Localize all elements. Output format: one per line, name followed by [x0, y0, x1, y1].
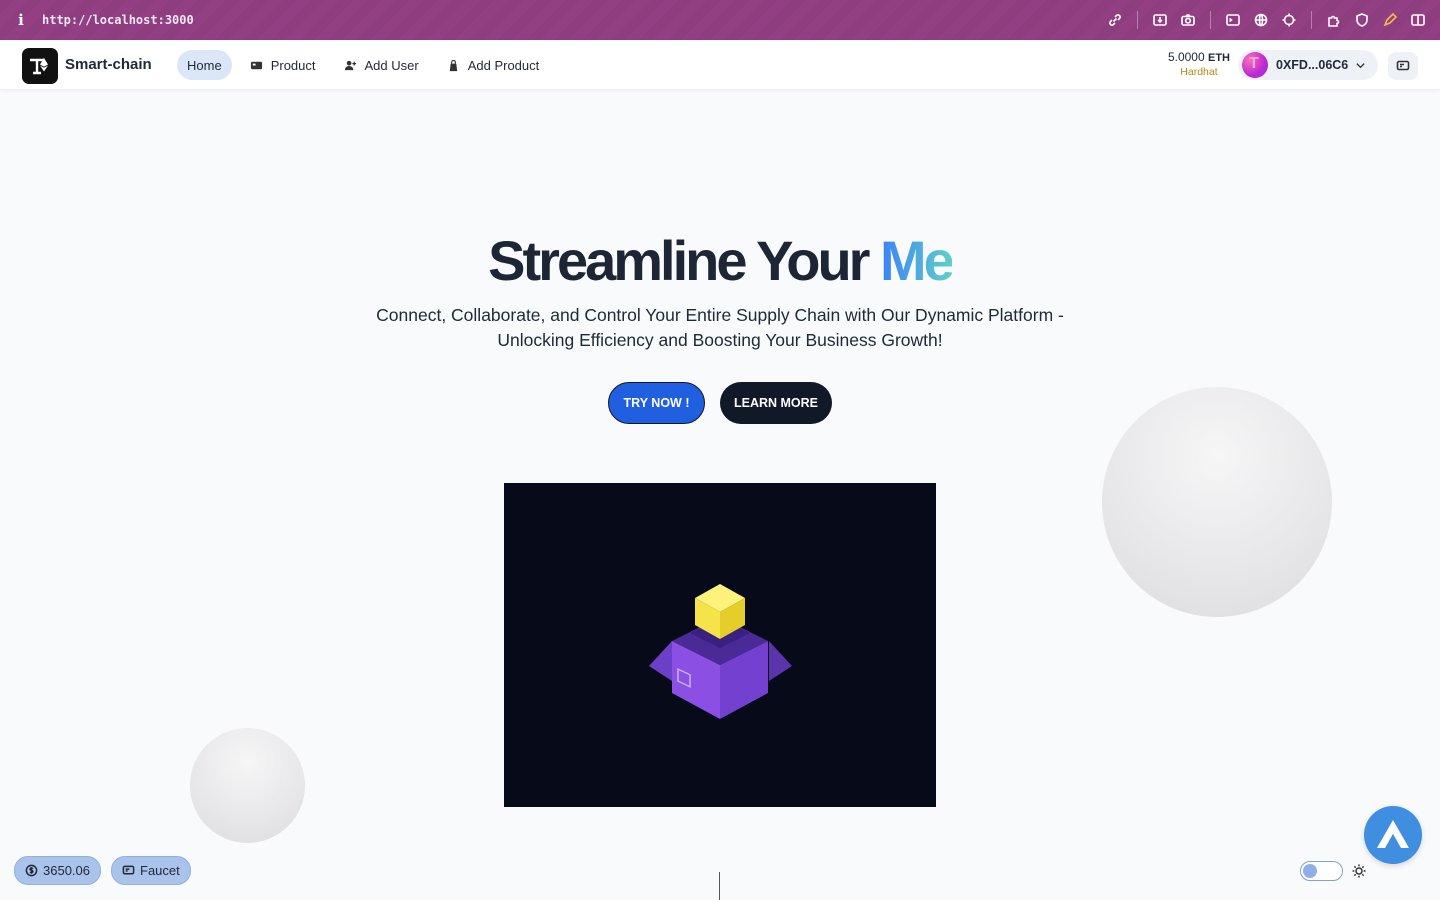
learn-more-button[interactable]: LEARN MORE: [720, 382, 832, 424]
nav-links: Home Product Add User Add Product: [177, 50, 557, 80]
nav-home[interactable]: Home: [177, 50, 232, 80]
assistant-fab[interactable]: [1364, 806, 1422, 864]
pen-icon[interactable]: [1376, 0, 1404, 40]
toolbar-divider: [1210, 11, 1211, 29]
wallet-balance: 5.0000 ETH Hardhat: [1168, 50, 1230, 78]
nav-product[interactable]: Product: [240, 50, 326, 80]
screen-icon: [1396, 60, 1410, 71]
sidebar-icon[interactable]: [1404, 0, 1432, 40]
theme-toggle[interactable]: [1300, 861, 1343, 881]
toolbar-divider: [1311, 11, 1312, 29]
terminal-icon[interactable]: [1219, 0, 1247, 40]
logo-icon[interactable]: [22, 48, 58, 84]
toggle-knob: [1303, 864, 1317, 878]
local-balance-pill[interactable]: 3650.06: [14, 856, 101, 885]
download-icon[interactable]: [1146, 0, 1174, 40]
link-icon[interactable]: [1101, 0, 1129, 40]
avatar: [1242, 52, 1268, 78]
browser-toolbar: i http://localhost:3000: [0, 0, 1440, 40]
hero-title-main: Streamline Your: [488, 229, 870, 292]
hero-title: Streamline Your Me: [0, 228, 1440, 293]
center-divider: [719, 872, 720, 900]
hero-animation: [504, 483, 936, 807]
nav-home-label: Home: [187, 57, 222, 73]
site-info-icon[interactable]: i: [0, 11, 42, 29]
address-bar-url[interactable]: http://localhost:3000: [42, 13, 194, 27]
sun-icon[interactable]: [1351, 863, 1367, 879]
hero-subtitle: Connect, Collaborate, and Control Your E…: [376, 305, 1064, 350]
bag-icon: [449, 59, 457, 71]
decorative-bubble: [1102, 387, 1332, 617]
brand-name[interactable]: Smart-chain: [65, 56, 152, 73]
balance-amount: 5.0000: [1167, 50, 1205, 64]
nav-add-product-label: Add Product: [467, 57, 540, 73]
shield-icon[interactable]: [1348, 0, 1376, 40]
app-navbar: Smart-chain Home Product Add User Add Pr…: [0, 40, 1440, 90]
add-user-icon: [344, 60, 356, 70]
network-switch-button[interactable]: [1388, 52, 1418, 80]
nav-add-product[interactable]: Add Product: [437, 50, 550, 80]
cube-box-illustration: [504, 483, 936, 807]
crosshair-icon[interactable]: [1275, 0, 1303, 40]
faucet-icon: [122, 865, 135, 875]
try-now-button[interactable]: TRY NOW !: [608, 382, 705, 424]
faucet-button[interactable]: Faucet: [111, 856, 191, 885]
a-logo-icon: [1377, 820, 1409, 848]
browser-tools: [1101, 0, 1432, 40]
balance-currency: ETH: [1208, 52, 1230, 64]
product-icon: [250, 61, 262, 69]
faucet-label: Faucet: [140, 863, 180, 878]
decorative-bubble: [190, 728, 305, 843]
nav-product-label: Product: [270, 57, 316, 73]
local-balance-value: 3650.06: [43, 863, 90, 878]
network-name: Hardhat: [1180, 66, 1218, 78]
account-button[interactable]: 0XFD...06C6: [1238, 50, 1378, 80]
nav-add-user[interactable]: Add User: [334, 50, 429, 80]
account-address: 0XFD...06C6: [1276, 58, 1349, 72]
extensions-icon[interactable]: [1320, 0, 1348, 40]
nav-add-user-label: Add User: [364, 57, 419, 73]
dollar-icon: [25, 864, 38, 877]
globe-icon[interactable]: [1247, 0, 1275, 40]
toolbar-divider: [1137, 11, 1138, 29]
camera-icon[interactable]: [1174, 0, 1202, 40]
chevron-down-icon: [1356, 62, 1365, 68]
hero-title-accent: Me: [880, 229, 955, 292]
